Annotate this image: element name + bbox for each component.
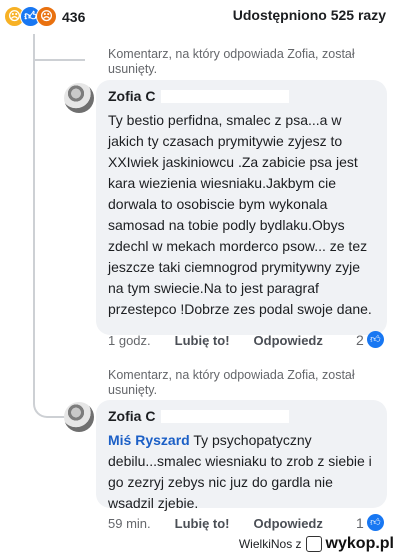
like-count-value: 2 bbox=[356, 331, 364, 348]
watermark-site: wykop.pl bbox=[325, 535, 394, 552]
thread-branch-curve bbox=[33, 392, 59, 418]
like-icon: 👍︎ bbox=[366, 331, 384, 348]
avatar[interactable] bbox=[64, 83, 94, 113]
comment-like-count[interactable]: 1 👍︎ bbox=[356, 514, 384, 531]
wykop-logo-icon bbox=[305, 536, 322, 552]
comment-text: Miś Ryszard Ty psychopatyczny debilu...s… bbox=[108, 430, 375, 514]
deleted-comment-note: Komentarz, na który odpowiada Zofia, zos… bbox=[108, 368, 355, 397]
reply-button[interactable]: Odpowiedz bbox=[254, 333, 323, 348]
watermark: WielkiNos z wykop.pl bbox=[239, 535, 394, 553]
comment-actions: 1 godz. Lubię to! Odpowiedz bbox=[108, 333, 347, 348]
comment-time[interactable]: 1 godz. bbox=[108, 333, 151, 348]
author-name[interactable]: Zofia C bbox=[108, 408, 155, 424]
reply-button[interactable]: Odpowiedz bbox=[254, 516, 323, 531]
watermark-user: WielkiNos bbox=[238, 537, 293, 551]
thread-branch bbox=[35, 59, 85, 61]
redacted-name bbox=[161, 89, 290, 103]
comment-bubble: Zofia C Ty bestio perfidna, smalec z psa… bbox=[96, 80, 387, 335]
reactions-summary[interactable]: ☹ 👍︎ ☹ 436 bbox=[4, 6, 85, 27]
like-icon: 👍︎ bbox=[366, 514, 384, 531]
mention-link[interactable]: Miś Ryszard bbox=[108, 432, 190, 448]
author-name[interactable]: Zofia C bbox=[108, 88, 155, 104]
deleted-comment-note: Komentarz, na który odpowiada Zofia, zos… bbox=[108, 47, 355, 76]
like-count-value: 1 bbox=[356, 514, 364, 531]
like-button[interactable]: Lubię to! bbox=[175, 516, 230, 531]
thread-line bbox=[33, 34, 35, 404]
comment-text: Ty bestio perfidna, smalec z psa...a w j… bbox=[108, 112, 372, 317]
comment-like-count[interactable]: 2 👍︎ bbox=[356, 331, 384, 348]
comment-time[interactable]: 59 min. bbox=[108, 516, 151, 531]
watermark-prep: z bbox=[295, 537, 302, 551]
comment-actions: 59 min. Lubię to! Odpowiedz bbox=[108, 516, 347, 531]
avatar[interactable] bbox=[64, 402, 94, 432]
comment-bubble: Zofia C Miś Ryszard Ty psychopatyczny de… bbox=[96, 400, 387, 511]
reaction-count: 436 bbox=[62, 8, 86, 25]
comment-author[interactable]: Zofia C bbox=[108, 88, 375, 104]
angry-reaction-icon: ☹ bbox=[36, 6, 57, 27]
like-button[interactable]: Lubię to! bbox=[175, 333, 230, 348]
comment-author[interactable]: Zofia C bbox=[108, 408, 375, 424]
shares-count[interactable]: Udostępniono 525 razy bbox=[233, 7, 386, 23]
redacted-name bbox=[161, 409, 290, 423]
